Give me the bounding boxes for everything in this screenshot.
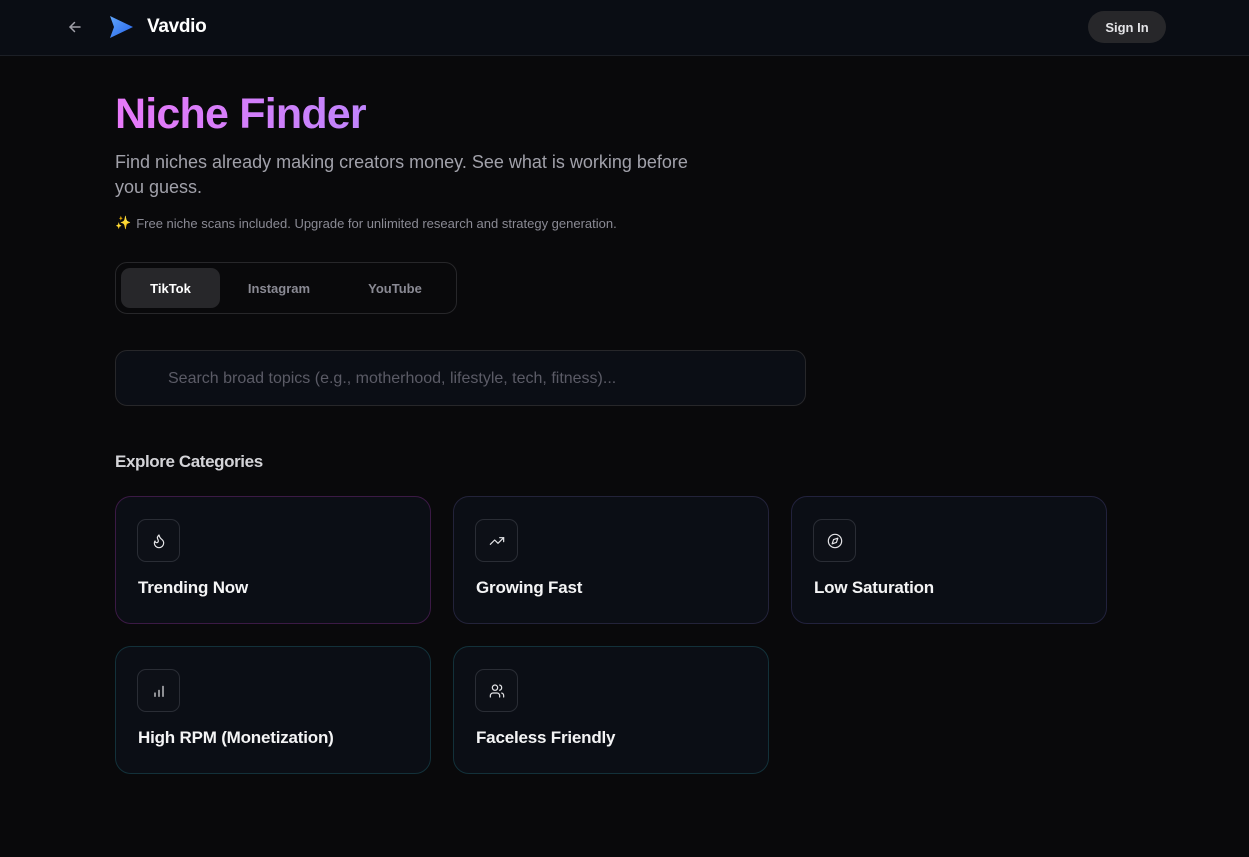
- category-label: High RPM (Monetization): [138, 728, 334, 747]
- top-bar: Vavdio Sign In: [0, 0, 1249, 56]
- category-card-trending-now[interactable]: Trending Now: [115, 496, 431, 624]
- category-card-high-rpm[interactable]: High RPM (Monetization): [115, 646, 431, 774]
- platform-tabs: TikTok Instagram YouTube: [115, 262, 457, 314]
- upgrade-note-text: Free niche scans included. Upgrade for u…: [136, 215, 617, 231]
- brand-name[interactable]: Vavdio: [147, 16, 207, 38]
- arrow-left-icon: [69, 21, 81, 33]
- search-input[interactable]: [166, 351, 790, 407]
- categories-heading: Explore Categories: [115, 452, 263, 471]
- logo-icon[interactable]: [108, 15, 134, 39]
- category-icon-box: [137, 669, 180, 712]
- category-label: Growing Fast: [476, 578, 583, 597]
- compass-icon: [827, 533, 842, 548]
- page-subtitle: Find niches already making creators mone…: [115, 152, 688, 197]
- category-card-faceless-friendly[interactable]: Faceless Friendly: [453, 646, 769, 774]
- tab-tiktok[interactable]: TikTok: [121, 268, 220, 308]
- category-icon-box: [813, 519, 856, 562]
- category-label: Low Saturation: [814, 578, 934, 597]
- category-label: Faceless Friendly: [476, 728, 616, 747]
- category-icon-box: [475, 669, 518, 712]
- category-icon-box: [137, 519, 180, 562]
- back-button[interactable]: [64, 16, 86, 38]
- page-title: Niche Finder: [115, 90, 367, 138]
- category-card-low-saturation[interactable]: Low Saturation: [791, 496, 1107, 624]
- tab-youtube[interactable]: YouTube: [338, 268, 452, 308]
- search-box: [115, 350, 806, 407]
- upgrade-note: ✨ Free niche scans included. Upgrade for…: [115, 215, 617, 231]
- flame-icon: [153, 533, 164, 548]
- sparkles-icon: ✨: [115, 215, 132, 230]
- category-label: Trending Now: [138, 578, 248, 597]
- category-card-growing-fast[interactable]: Growing Fast: [453, 496, 769, 624]
- sign-in-button[interactable]: Sign In: [1088, 11, 1166, 43]
- trending-up-icon: [489, 536, 504, 545]
- bar-chart-icon: [153, 685, 164, 697]
- users-icon: [489, 683, 504, 698]
- tab-instagram[interactable]: Instagram: [225, 268, 333, 308]
- category-icon-box: [475, 519, 518, 562]
